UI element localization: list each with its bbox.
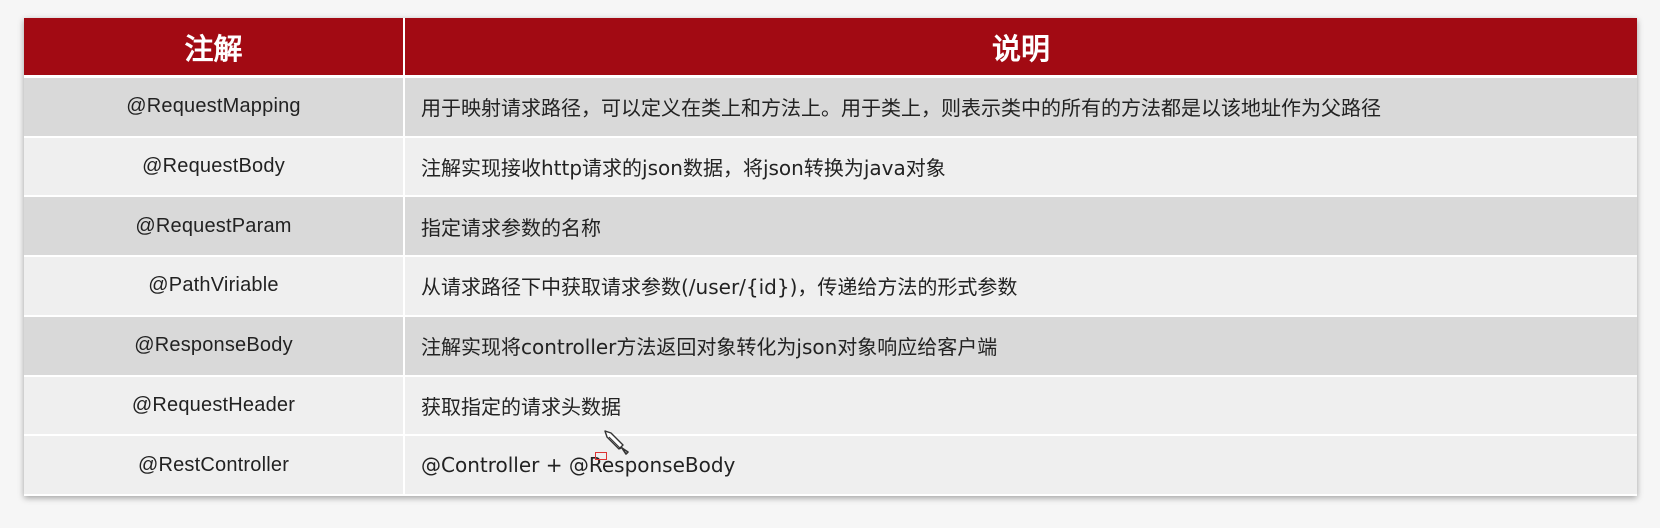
description-cell: 用于映射请求路径，可以定义在类上和方法上。用于类上，则表示类中的所有的方法都是以… — [404, 76, 1637, 138]
table-row: @PathViriable 从请求路径下中获取请求参数(/user/{id})，… — [24, 256, 1637, 317]
table-row: @RequestHeader 获取指定的请求头数据 — [24, 375, 1637, 437]
header-annotation: 注解 — [24, 18, 405, 78]
table-row: @RestController @Controller + @ResponseB… — [24, 435, 1637, 496]
annotation-cell: @ResponseBody — [24, 315, 405, 377]
annotation-cell: @RequestHeader — [24, 375, 405, 437]
annotation-table-container: 注解 说明 @RequestMapping 用于映射请求路径，可以定义在类上和方… — [24, 18, 1637, 496]
description-cell: 从请求路径下中获取请求参数(/user/{id})，传递给方法的形式参数 — [404, 256, 1637, 317]
description-cell: 获取指定的请求头数据 — [404, 375, 1637, 437]
table-header-row: 注解 说明 — [24, 18, 1637, 78]
table-row: @ResponseBody 注解实现将controller方法返回对象转化为js… — [24, 315, 1637, 377]
annotation-cell: @PathViriable — [24, 256, 405, 317]
table-row: @RequestParam 指定请求参数的名称 — [24, 196, 1637, 258]
annotation-cell: @RestController — [24, 435, 405, 496]
pen-cursor-icon — [604, 430, 629, 455]
description-cell: 注解实现接收http请求的json数据，将json转换为java对象 — [404, 136, 1637, 198]
description-cell: @Controller + @ResponseBody — [404, 435, 1637, 496]
annotation-cell: @RequestBody — [24, 136, 405, 198]
table-row: @RequestMapping 用于映射请求路径，可以定义在类上和方法上。用于类… — [24, 76, 1637, 138]
table-row: @RequestBody 注解实现接收http请求的json数据，将json转换… — [24, 136, 1637, 198]
annotation-cell: @RequestMapping — [24, 76, 405, 138]
annotation-table: 注解 说明 @RequestMapping 用于映射请求路径，可以定义在类上和方… — [24, 18, 1637, 496]
header-description: 说明 — [404, 18, 1637, 78]
description-cell: 指定请求参数的名称 — [404, 196, 1637, 258]
description-cell: 注解实现将controller方法返回对象转化为json对象响应给客户端 — [404, 315, 1637, 377]
annotation-cell: @RequestParam — [24, 196, 405, 258]
